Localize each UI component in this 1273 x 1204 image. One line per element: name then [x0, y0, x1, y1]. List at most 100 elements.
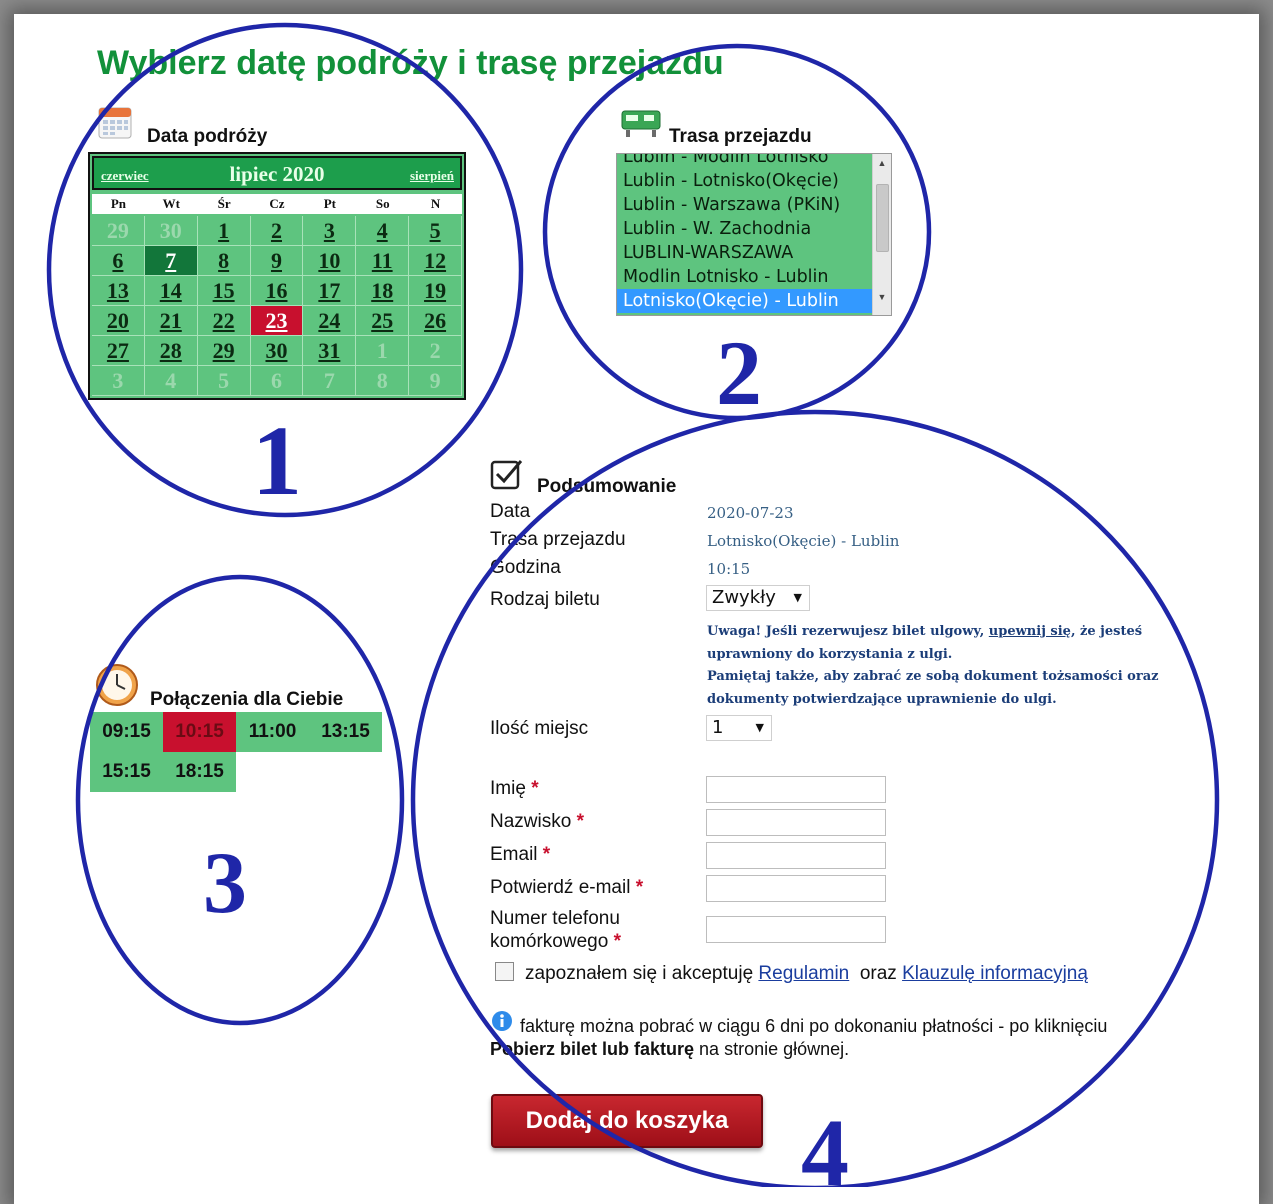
calendar-day[interactable]: 4 [144, 366, 198, 396]
departure-time[interactable]: 10:15 [163, 712, 236, 752]
calendar-day[interactable]: 2 [409, 336, 462, 366]
phone-label: Numer telefonu komórkowego * [490, 908, 621, 952]
calendar-day[interactable]: 8 [197, 246, 251, 276]
warning-text: Uwaga! Jeśli rezerwujesz bilet ulgowy, [707, 624, 985, 639]
departure-time[interactable]: 11:00 [236, 712, 309, 752]
time-label: Godzina [490, 557, 561, 578]
next-month-link[interactable]: sierpień [410, 168, 454, 184]
calendar-day[interactable]: 6 [92, 246, 145, 276]
verify-link[interactable]: upewnij się [989, 624, 1071, 639]
weekday-header: Pn [110, 196, 127, 211]
date-value: 2020-07-23 [707, 504, 794, 522]
calendar-day[interactable]: 12 [409, 246, 462, 276]
weekday-header: Śr [217, 196, 231, 211]
calendar-day[interactable]: 18 [356, 276, 410, 306]
date-label: Data [490, 501, 531, 522]
calendar-day[interactable]: 6 [250, 366, 304, 396]
calendar-day[interactable]: 10 [303, 246, 357, 276]
route-label: Trasa przejazdu [490, 529, 626, 550]
route-scrollbar[interactable]: ▲ ▼ [872, 154, 891, 315]
first-name-label: Imię * [490, 778, 539, 799]
date-picker: czerwiec lipiec 2020 sierpień Pn Wt Śr C… [88, 152, 466, 400]
calendar-day[interactable]: 7 [303, 366, 357, 396]
calendar-day[interactable]: 23 [250, 306, 304, 336]
route-option[interactable]: Lublin - Modlin Lotnisko [617, 154, 875, 169]
scroll-down-icon[interactable]: ▼ [873, 292, 891, 302]
seats-label: Ilość miejsc [490, 718, 589, 739]
consent-label: zapoznałem się i akceptuję Regulamin ora… [525, 963, 1088, 984]
discount-warning: Uwaga! Jeśli rezerwujesz bilet ulgowy, u… [707, 621, 1177, 711]
calendar-day[interactable]: 16 [250, 276, 304, 306]
route-listbox[interactable]: Lublin - Modlin Lotnisko Lublin - Lotnis… [616, 153, 892, 316]
weekday-header: So [375, 196, 390, 211]
weekday-header: Pt [323, 196, 336, 211]
ticket-type-label: Rodzaj biletu [490, 589, 600, 610]
scroll-thumb[interactable] [876, 184, 889, 252]
route-option[interactable]: Modlin Lotnisko - Lublin [617, 265, 875, 289]
add-to-cart-button[interactable]: Dodaj do koszyka [491, 1094, 763, 1148]
calendar-day[interactable]: 1 [356, 336, 410, 366]
calendar-day[interactable]: 1 [197, 216, 251, 246]
last-name-input[interactable] [706, 809, 886, 836]
invoice-info-text: fakturę można pobrać w ciągu 6 dni po do… [520, 1016, 1108, 1036]
chevron-down-icon: ▼ [755, 721, 764, 734]
calendar-day[interactable]: 2 [250, 216, 304, 246]
ticket-type-select[interactable]: Zwykły ▼ [706, 585, 810, 611]
departure-time[interactable]: 09:15 [90, 712, 163, 752]
calendar-day[interactable]: 7 [144, 246, 198, 276]
calendar-day[interactable]: 9 [250, 246, 304, 276]
calendar-day[interactable]: 15 [197, 276, 251, 306]
calendar-day[interactable]: 19 [409, 276, 462, 306]
calendar-day[interactable]: 31 [303, 336, 357, 366]
route-option[interactable]: Lublin - Warszawa (PKiN) [617, 193, 875, 217]
calendar-day[interactable]: 3 [92, 366, 145, 396]
calendar-day[interactable]: 14 [144, 276, 198, 306]
calendar-day[interactable]: 17 [303, 276, 357, 306]
invoice-info-text-2: Pobierz bilet lub fakturę na stronie głó… [490, 1039, 850, 1059]
calendar-day[interactable]: 25 [356, 306, 410, 336]
calendar-day[interactable]: 5 [409, 216, 462, 246]
route-option[interactable]: Lublin - W. Zachodnia [617, 217, 875, 241]
calendar-day[interactable]: 29 [92, 216, 145, 246]
calendar-day[interactable]: 28 [144, 336, 198, 366]
calendar-day[interactable]: 20 [92, 306, 145, 336]
calendar-day[interactable]: 11 [356, 246, 410, 276]
first-name-input[interactable] [706, 776, 886, 803]
calendar-day[interactable]: 8 [356, 366, 410, 396]
calendar-day[interactable]: 9 [409, 366, 462, 396]
calendar-day[interactable]: 4 [356, 216, 410, 246]
phone-input[interactable] [706, 916, 886, 943]
checkbox-checked-icon [490, 460, 523, 490]
calendar-day[interactable]: 30 [144, 216, 198, 246]
privacy-clause-link[interactable]: Klauzulę informacyjną [902, 963, 1088, 984]
departure-time[interactable]: 18:15 [163, 752, 236, 792]
calendar-day[interactable]: 27 [92, 336, 145, 366]
calendar-day[interactable]: 22 [197, 306, 251, 336]
route-option[interactable]: LUBLIN-WARSZAWA [617, 241, 875, 265]
calendar-day[interactable]: 29 [197, 336, 251, 366]
consent-checkbox[interactable] [495, 962, 514, 981]
email-label: Email * [490, 844, 551, 865]
weekday-header: N [430, 196, 441, 211]
calendar-day[interactable]: 26 [409, 306, 462, 336]
scroll-up-icon[interactable]: ▲ [873, 158, 891, 168]
confirm-email-input[interactable] [706, 875, 886, 902]
calendar-day[interactable]: 30 [250, 336, 304, 366]
seats-select[interactable]: 1 ▼ [706, 715, 772, 741]
departure-time[interactable]: 13:15 [309, 712, 382, 752]
last-name-label: Nazwisko * [490, 811, 584, 832]
route-option[interactable]: Lublin - Lotnisko(Okęcie) [617, 169, 875, 193]
email-input[interactable] [706, 842, 886, 869]
departure-times: 09:15 10:15 11:00 13:15 15:15 18:15 [90, 712, 382, 792]
weekday-header-row: Pn Wt Śr Cz Pt So N [92, 194, 462, 214]
route-option[interactable]: Lotnisko(Okęcie) - Lublin [617, 289, 875, 313]
regulations-link[interactable]: Regulamin [758, 963, 849, 984]
departure-time[interactable]: 15:15 [90, 752, 163, 792]
info-icon [492, 1011, 512, 1031]
calendar-section-title: Data podróży [147, 126, 268, 147]
calendar-day[interactable]: 21 [144, 306, 198, 336]
calendar-day[interactable]: 5 [197, 366, 251, 396]
calendar-day[interactable]: 13 [92, 276, 145, 306]
calendar-day[interactable]: 24 [303, 306, 357, 336]
calendar-day[interactable]: 3 [303, 216, 357, 246]
